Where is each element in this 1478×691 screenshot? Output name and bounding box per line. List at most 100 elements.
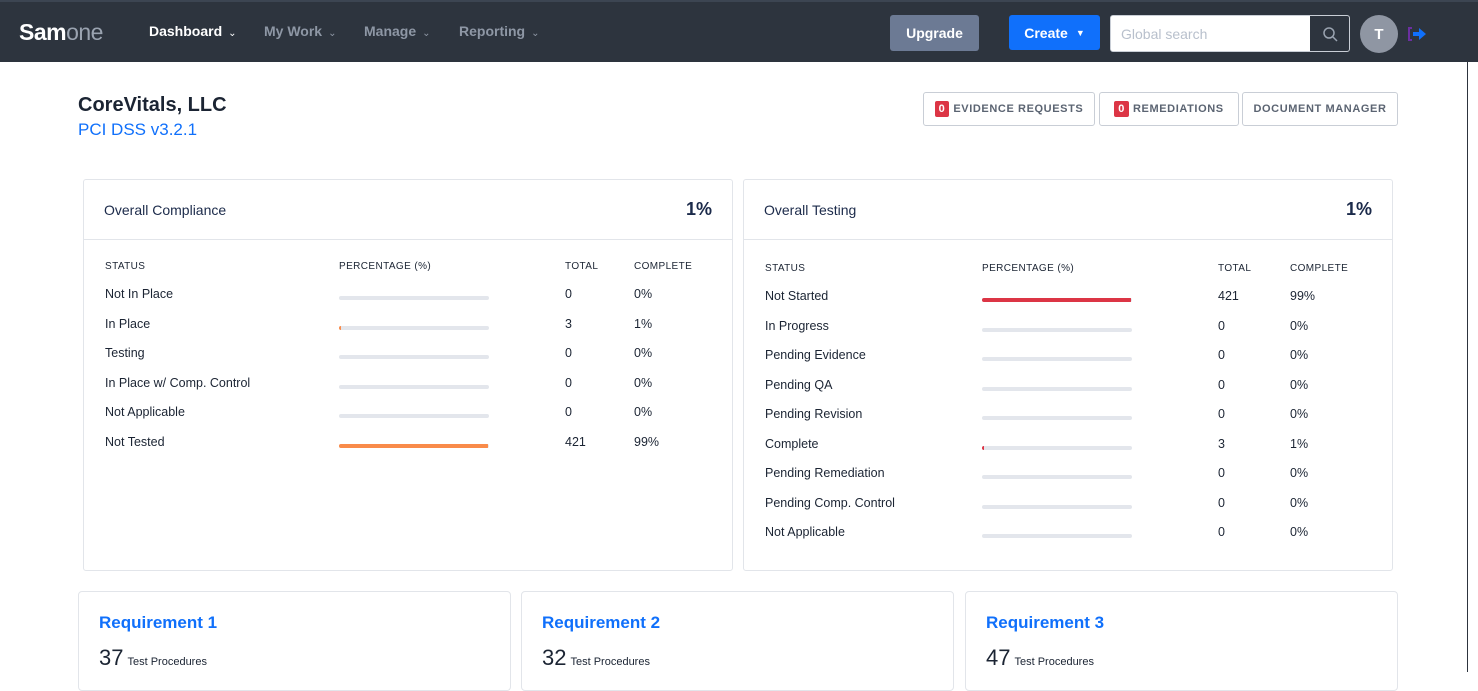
card-title: Overall Compliance [104,202,227,218]
requirement-card[interactable]: Requirement 3 47 Test Procedures [965,591,1398,691]
complete-value: 1% [634,316,653,331]
nav-menu-manage[interactable]: Manage ⌄ [364,23,431,39]
percentage-bar [339,444,489,448]
requirement-card[interactable]: Requirement 1 37 Test Procedures [78,591,511,691]
overall-compliance-card: Overall Compliance 1% STATUS PERCENTAGE (%… [83,179,733,571]
framework-link[interactable]: PCI DSS v3.2.1 [78,120,197,140]
user-avatar[interactable]: T [1360,15,1398,53]
total-value: 0 [565,287,572,301]
percentage-bar [339,414,489,419]
create-button[interactable]: Create ▼ [1009,15,1100,50]
table-row: Not Tested 421 99% [84,435,732,455]
column-header: STATUS [105,261,146,272]
total-value: 0 [1218,377,1225,392]
nav-menu-dashboard[interactable]: Dashboard ⌄ [149,23,237,39]
nav-menu-reporting[interactable]: Reporting ⌄ [459,23,540,39]
overall-testing-card: Overall Testing 1% STATUS PERCENTAGE (%) TO… [743,179,1393,571]
table-row: Pending Remediation 0 0% [744,466,1392,486]
chevron-down-icon: ⌄ [328,28,337,39]
samone-logo[interactable]: Samone [19,19,103,46]
complete-value: 0% [634,375,653,390]
total-value: 421 [565,435,586,449]
table-row: Testing 0 0% [84,346,732,366]
percentage-bar [982,475,1132,479]
percentage-bar [339,296,489,300]
percentage-bar [339,325,489,330]
table-row: In Place 3 1% [84,317,732,337]
status-label: Not Started [765,289,829,303]
status-label: Pending Revision [765,407,863,421]
chevron-down-icon: ⌄ [422,28,431,39]
total-value: 0 [565,346,572,361]
requirement-title[interactable]: Requirement 3 [986,613,1104,633]
table-row: Complete 3 1% [744,437,1392,457]
total-value: 0 [1218,348,1225,362]
table-row: Pending Revision 0 0% [744,407,1392,427]
complete-value: 0% [634,287,653,301]
table-row: In Progress 0 0% [744,319,1392,339]
table-row: Pending Comp. Control 0 0% [744,496,1392,516]
total-value: 0 [1218,318,1225,333]
percentage-bar [339,355,489,360]
document-manager-button[interactable]: DOCUMENT MANAGER [1242,92,1398,126]
percentage-bar-fill [982,298,1131,302]
column-header: STATUS [765,263,806,274]
column-header: TOTAL [1218,263,1252,274]
table-row: Pending QA 0 0% [744,378,1392,398]
complete-value: 0% [1290,318,1309,333]
top-navbar: Samone Dashboard ⌄ My Work ⌄ Manage ⌄ Repor… [0,0,1478,62]
organization-name: CoreVitals, LLC [78,94,227,116]
column-header: PERCENTAGE (%) [339,261,432,272]
total-value: 3 [565,316,572,331]
percentage-bar [982,416,1132,420]
table-row: Not Started 421 99% [744,289,1392,309]
table-header: STATUS PERCENTAGE (%) TOTAL COMPLETE [744,263,1392,283]
percentage-bar [982,445,1132,450]
percentage-bar [982,504,1132,509]
logout-icon[interactable] [1407,26,1427,42]
table-row: Not Applicable 0 0% [84,405,732,425]
status-label: Not Applicable [105,405,185,420]
total-value: 421 [1218,289,1239,303]
status-label: Complete [765,436,819,451]
chevron-down-icon: ⌄ [531,28,540,39]
global-search-input[interactable] [1111,16,1311,51]
requirement-title[interactable]: Requirement 1 [99,613,217,633]
complete-value: 0% [634,346,653,361]
total-value: 0 [565,375,572,390]
caret-down-icon: ▼ [1075,27,1085,38]
status-label: Not Tested [105,435,165,449]
chevron-down-icon: ⌄ [228,28,237,39]
percentage-bar-fill [339,325,341,330]
complete-value: 1% [1290,436,1309,451]
total-value: 0 [1218,495,1225,510]
total-value: 0 [1218,525,1225,539]
complete-value: 99% [634,435,660,449]
remediations-button[interactable]: 0 REMEDIATIONS [1099,92,1239,126]
complete-value: 0% [634,405,653,420]
upgrade-button[interactable]: Upgrade [890,15,979,51]
table-row: Not Applicable 0 0% [744,525,1392,545]
percentage-bar [982,534,1132,538]
complete-value: 99% [1290,289,1316,303]
percentage-bar [982,327,1132,332]
requirement-card[interactable]: Requirement 2 32 Test Procedures [521,591,954,691]
complete-value: 0% [1290,495,1309,510]
table-row: Pending Evidence 0 0% [744,348,1392,368]
complete-value: 0% [1290,525,1309,539]
table-row: Not In Place 0 0% [84,287,732,307]
status-label: In Place [105,316,151,331]
column-header: PERCENTAGE (%) [982,263,1075,274]
percentage-bar-fill [339,444,488,448]
evidence-requests-button[interactable]: 0 EVIDENCE REQUESTS [923,92,1095,126]
percentage-bar [982,357,1132,361]
status-label: Not In Place [105,287,174,301]
status-label: Pending Comp. Control [765,495,895,510]
count-badge: 0 [1114,101,1129,117]
nav-menu-my-work[interactable]: My Work ⌄ [264,23,336,39]
requirement-title[interactable]: Requirement 2 [542,613,660,633]
search-button[interactable] [1310,16,1349,51]
table-row: In Place w/ Comp. Control 0 0% [84,376,732,396]
complete-value: 0% [1290,348,1309,362]
total-value: 0 [565,405,572,420]
